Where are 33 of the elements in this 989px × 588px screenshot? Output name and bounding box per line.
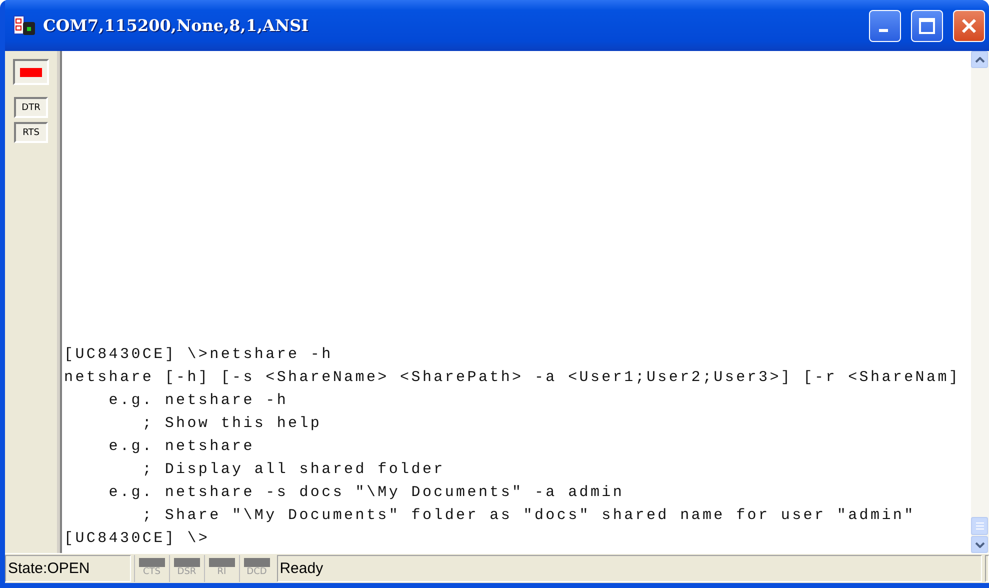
signal-indicator: DTR <box>14 97 48 118</box>
terminal-line: e.g. netshare -h <box>108 391 288 411</box>
scroll-down-button[interactable] <box>971 536 988 553</box>
terminal-line: [UC8430CE] \>netshare -h <box>64 345 333 365</box>
close-button[interactable] <box>953 10 985 42</box>
close-icon <box>960 16 978 34</box>
terminal-line: e.g. netshare -s docs "\My Documents" -a admin <box>108 483 624 503</box>
terminal-line: e.g. netshare <box>108 437 254 457</box>
window-title: COM7,115200,None,8,1,ANSI <box>43 16 310 35</box>
connection-state: State:OPEN <box>5 555 131 582</box>
status-panel <box>985 555 989 582</box>
terminal-line: ; Display all shared folder <box>141 460 445 480</box>
grip-icon <box>976 522 984 530</box>
signal-label: CTS <box>142 567 160 577</box>
terminal-line: ; Share "\My Documents" folder as "docs" shared name for user "admin" <box>141 506 916 526</box>
maximize-icon <box>918 16 936 34</box>
maximize-button[interactable] <box>911 10 943 42</box>
scroll-up-button[interactable] <box>971 51 988 68</box>
signal-indicator: RTS <box>14 122 48 143</box>
minimize-button[interactable] <box>869 10 901 42</box>
terminal-line: netshare [-h] [-s <ShareName> <SharePath> -a <User1;User2;User3>] [-r <ShareNam] <box>64 368 960 388</box>
chevron-down-icon <box>974 542 984 548</box>
chevron-up-icon <box>974 56 984 62</box>
signal-label: DCD <box>246 567 267 577</box>
scrollbar[interactable] <box>971 51 989 553</box>
app-icon <box>13 14 37 36</box>
signal-label: DSR <box>177 567 196 577</box>
status-message: Ready <box>276 555 982 582</box>
signal-label: RI <box>217 567 226 577</box>
terminal-line: [UC8430CE] \> <box>64 529 210 549</box>
scroll-thumb[interactable] <box>971 517 988 535</box>
minimize-icon <box>878 29 888 32</box>
terminal-line: ; Show this help <box>141 414 322 434</box>
